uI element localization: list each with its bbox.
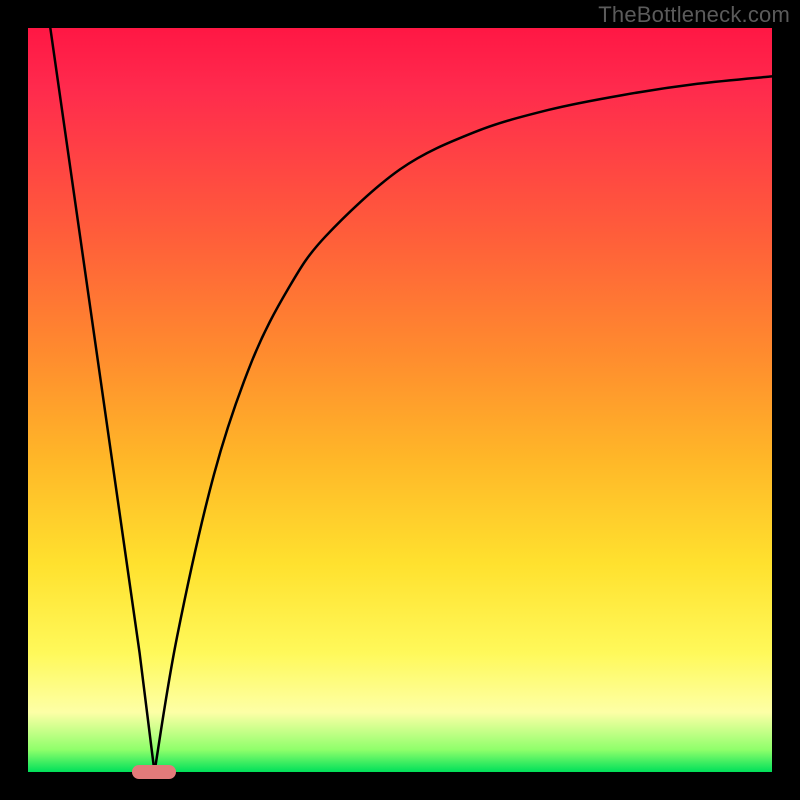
left-branch-path xyxy=(50,28,154,772)
plot-area xyxy=(28,28,772,772)
curve-layer xyxy=(28,28,772,772)
chart-frame: TheBottleneck.com xyxy=(0,0,800,800)
minimum-marker xyxy=(132,765,176,779)
right-branch-path xyxy=(154,76,772,772)
watermark-text: TheBottleneck.com xyxy=(598,2,790,28)
